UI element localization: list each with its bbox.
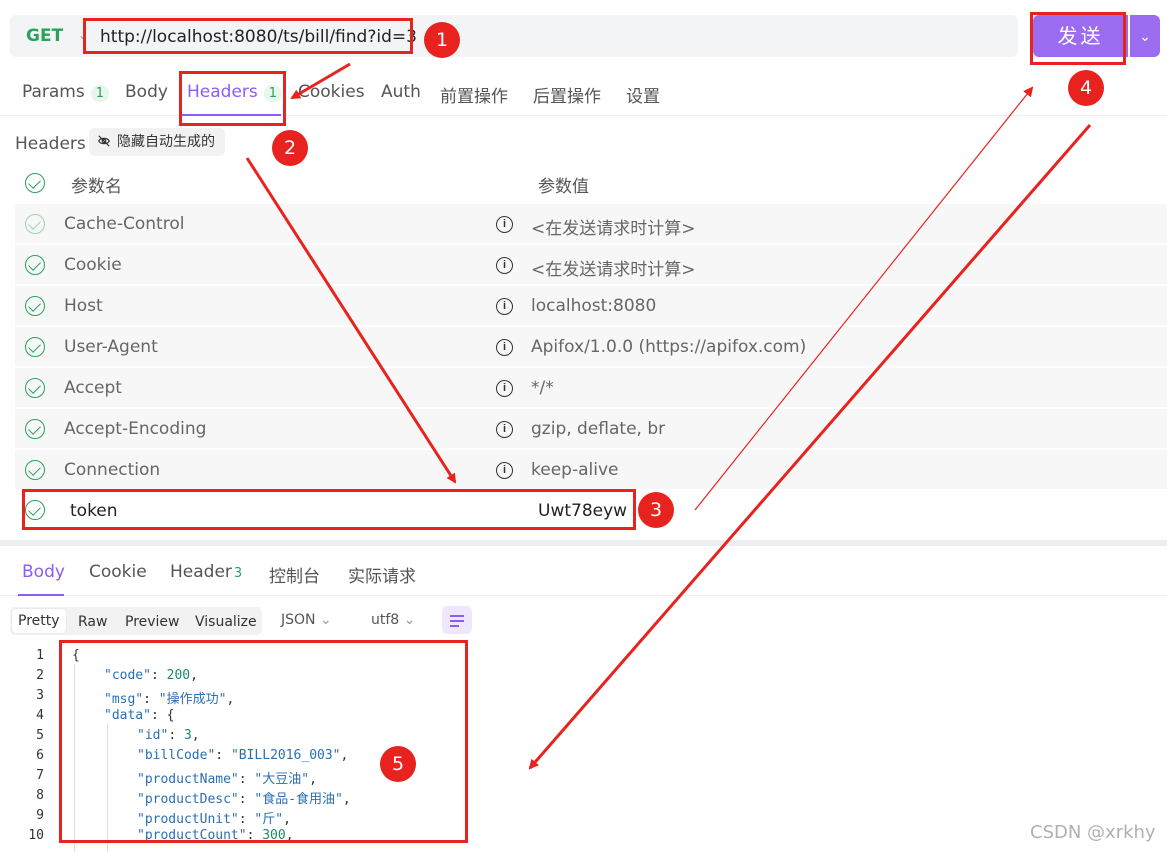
annotation-badge-3: 3	[638, 492, 674, 528]
header-key: Accept-Encoding	[64, 419, 207, 439]
headers-section-title: Headers	[15, 134, 86, 154]
response-tab-header[interactable]: Header 3	[170, 562, 242, 582]
send-options-chevron-icon[interactable]: ⌄	[1130, 15, 1160, 57]
annotation-badge-2: 2	[272, 130, 308, 166]
response-tabs: Body Cookie Header 3 控制台 实际请求	[0, 548, 1167, 596]
header-key: Connection	[64, 460, 161, 480]
line-number: 6	[36, 748, 44, 763]
header-value: <在发送请求时计算>	[531, 260, 696, 280]
info-icon[interactable]: i	[496, 339, 513, 356]
encoding-select[interactable]: utf8 ⌄	[371, 612, 415, 628]
column-header-name: 参数名	[71, 177, 122, 197]
info-icon[interactable]: i	[496, 216, 513, 233]
header-value: Apifox/1.0.0 (https://apifox.com)	[531, 337, 807, 357]
header-key: User-Agent	[64, 337, 158, 357]
tab-pre-request[interactable]: 前置操作	[440, 82, 508, 107]
hide-auto-label: 隐藏自动生成的	[117, 134, 215, 150]
view-pretty-button[interactable]: Pretty	[12, 609, 66, 633]
annotation-badge-1: 1	[424, 22, 460, 58]
tab-body[interactable]: Body	[125, 82, 168, 102]
header-key: Accept	[64, 378, 122, 398]
tab-params[interactable]: Params 1	[22, 82, 110, 102]
annotation-box-send	[1030, 12, 1126, 65]
header-value: localhost:8080	[531, 296, 657, 316]
chevron-down-icon: ⌄	[319, 612, 332, 628]
header-row: Accept i */*	[15, 368, 1167, 408]
info-icon[interactable]: i	[496, 380, 513, 397]
info-icon[interactable]: i	[496, 298, 513, 315]
eye-off-icon	[98, 135, 110, 147]
annotation-box-url	[83, 18, 413, 54]
annotation-box-response	[59, 640, 468, 843]
header-key: Cache-Control	[64, 214, 185, 234]
row-checkbox[interactable]	[25, 296, 45, 316]
request-tabs: Params 1 Body Headers 1 Cookies Auth 前置操作 …	[0, 72, 1167, 116]
annotation-box-headers-tab	[179, 71, 286, 126]
view-raw-button[interactable]: Raw	[78, 611, 107, 633]
header-value: <在发送请求时计算>	[531, 219, 696, 239]
format-select[interactable]: JSON ⌄	[281, 612, 332, 628]
line-number: 10	[28, 828, 44, 843]
row-checkbox[interactable]	[25, 460, 45, 480]
line-number: 1	[36, 648, 44, 663]
line-number: 8	[36, 788, 44, 803]
response-tab-body[interactable]: Body	[22, 562, 65, 582]
header-row: Connection i keep-alive	[15, 450, 1167, 490]
line-number: 2	[36, 668, 44, 683]
method-select[interactable]: GET	[26, 26, 63, 46]
view-visualize-button[interactable]: Visualize	[195, 611, 257, 633]
header-key: Host	[64, 296, 103, 316]
header-row: Host i localhost:8080	[15, 286, 1167, 326]
view-preview-button[interactable]: Preview	[125, 611, 180, 633]
annotation-box-token-row	[22, 489, 636, 530]
header-value: keep-alive	[531, 460, 619, 480]
line-number: 9	[36, 808, 44, 823]
tab-auth[interactable]: Auth	[381, 82, 421, 102]
row-checkbox[interactable]	[25, 337, 45, 357]
header-value: gzip, deflate, br	[531, 419, 666, 439]
row-checkbox[interactable]	[25, 378, 45, 398]
tab-post-request[interactable]: 后置操作	[533, 82, 601, 107]
annotation-badge-4: 4	[1068, 70, 1104, 106]
line-number: 5	[36, 728, 44, 743]
header-row: Cookie i <在发送请求时计算>	[15, 245, 1167, 285]
chevron-down-icon: ⌄	[403, 612, 416, 628]
line-number: 3	[36, 688, 44, 703]
header-row: Cache-Control i <在发送请求时计算>	[15, 204, 1167, 244]
word-wrap-icon[interactable]	[442, 606, 472, 634]
info-icon[interactable]: i	[496, 421, 513, 438]
line-number: 7	[36, 768, 44, 783]
tab-cookies[interactable]: Cookies	[298, 82, 365, 102]
header-row: User-Agent i Apifox/1.0.0 (https://apifo…	[15, 327, 1167, 367]
header-value: */*	[531, 378, 554, 398]
params-count-badge: 1	[90, 85, 110, 102]
header-key: Cookie	[64, 255, 122, 275]
row-checkbox[interactable]	[25, 419, 45, 439]
select-all-checkbox[interactable]	[25, 173, 45, 193]
response-tab-cookie[interactable]: Cookie	[89, 562, 147, 582]
header-count-badge: 3	[233, 566, 243, 581]
watermark: CSDN @xrkhy	[1030, 822, 1156, 843]
row-checkbox[interactable]	[25, 214, 45, 234]
view-mode-switch: Pretty Raw Preview Visualize	[10, 607, 262, 635]
info-icon[interactable]: i	[496, 462, 513, 479]
response-tab-console[interactable]: 控制台	[269, 562, 320, 587]
active-tab-indicator	[18, 594, 64, 596]
annotation-badge-5: 5	[380, 746, 416, 782]
hide-auto-generated-button[interactable]: 隐藏自动生成的	[89, 128, 225, 156]
header-row: Accept-Encoding i gzip, deflate, br	[15, 409, 1167, 449]
tab-settings[interactable]: 设置	[626, 82, 660, 107]
response-tab-actual-request[interactable]: 实际请求	[348, 562, 416, 587]
panel-splitter[interactable]	[0, 540, 1167, 546]
info-icon[interactable]: i	[496, 257, 513, 274]
row-checkbox[interactable]	[25, 255, 45, 275]
column-header-value: 参数值	[538, 177, 589, 197]
line-number: 4	[36, 708, 44, 723]
